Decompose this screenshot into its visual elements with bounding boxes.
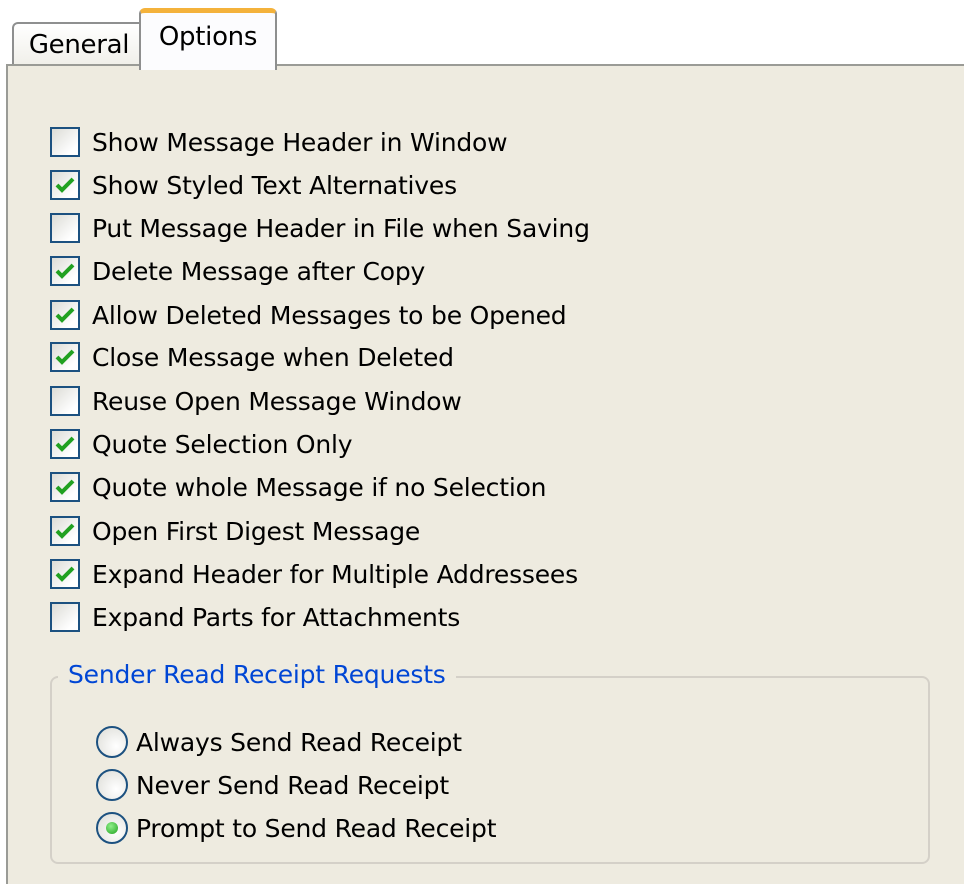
tab-general[interactable]: General xyxy=(12,22,146,66)
option-label: Quote Selection Only xyxy=(92,429,353,459)
options-dialog: General Options Show Message Header in W… xyxy=(0,0,964,884)
radio-button[interactable] xyxy=(96,812,128,844)
checkmark-icon xyxy=(55,263,75,279)
checkmark-icon xyxy=(55,523,75,539)
option-delete-after-copy[interactable]: Delete Message after Copy xyxy=(50,252,425,290)
checkbox[interactable] xyxy=(50,170,80,200)
checkbox[interactable] xyxy=(50,516,80,546)
tab-options[interactable]: Options xyxy=(139,8,277,70)
option-open-first-digest[interactable]: Open First Digest Message xyxy=(50,512,420,550)
option-label: Allow Deleted Messages to be Opened xyxy=(92,300,567,330)
checkbox[interactable] xyxy=(50,213,80,243)
checkmark-icon xyxy=(55,177,75,193)
option-label: Expand Parts for Attachments xyxy=(92,602,461,632)
checkbox[interactable] xyxy=(50,127,80,157)
option-label: Quote whole Message if no Selection xyxy=(92,472,547,502)
tab-options-label: Options xyxy=(158,21,258,52)
checkbox[interactable] xyxy=(50,300,80,330)
radio-never-send[interactable]: Never Send Read Receipt xyxy=(96,765,449,805)
radio-button[interactable] xyxy=(96,726,128,758)
option-quote-whole-message[interactable]: Quote whole Message if no Selection xyxy=(50,468,547,506)
option-label: Show Message Header in Window xyxy=(92,127,508,157)
option-show-message-header[interactable]: Show Message Header in Window xyxy=(50,123,508,161)
option-expand-header-multiple[interactable]: Expand Header for Multiple Addressees xyxy=(50,555,578,593)
option-show-styled-text[interactable]: Show Styled Text Alternatives xyxy=(50,166,457,204)
option-label: Put Message Header in File when Saving xyxy=(92,213,590,243)
option-put-header-in-file[interactable]: Put Message Header in File when Saving xyxy=(50,209,590,247)
option-quote-selection-only[interactable]: Quote Selection Only xyxy=(50,425,353,463)
checkbox[interactable] xyxy=(50,559,80,589)
checkbox[interactable] xyxy=(50,602,80,632)
checkmark-icon xyxy=(55,349,75,365)
read-receipt-group-title: Sender Read Receipt Requests xyxy=(58,660,456,689)
radio-label: Never Send Read Receipt xyxy=(136,770,449,800)
checkbox[interactable] xyxy=(50,256,80,286)
radio-button[interactable] xyxy=(96,769,128,801)
checkmark-icon xyxy=(55,436,75,452)
tab-general-label: General xyxy=(28,30,130,60)
checkbox[interactable] xyxy=(50,429,80,459)
checkmark-icon xyxy=(55,479,75,495)
checkbox[interactable] xyxy=(50,342,80,372)
radio-dot-icon xyxy=(106,822,118,834)
radio-label: Prompt to Send Read Receipt xyxy=(136,813,497,843)
option-label: Reuse Open Message Window xyxy=(92,386,462,416)
checkbox[interactable] xyxy=(50,472,80,502)
option-reuse-window[interactable]: Reuse Open Message Window xyxy=(50,382,462,420)
option-expand-parts-attachments[interactable]: Expand Parts for Attachments xyxy=(50,598,460,636)
radio-prompt-send[interactable]: Prompt to Send Read Receipt xyxy=(96,808,497,848)
option-label: Show Styled Text Alternatives xyxy=(92,170,457,200)
radio-label: Always Send Read Receipt xyxy=(136,727,462,757)
checkmark-icon xyxy=(55,566,75,582)
radio-always-send[interactable]: Always Send Read Receipt xyxy=(96,722,462,762)
checkbox[interactable] xyxy=(50,386,80,416)
option-label: Expand Header for Multiple Addressees xyxy=(92,559,578,589)
option-label: Delete Message after Copy xyxy=(92,256,426,286)
option-label: Close Message when Deleted xyxy=(92,342,454,372)
checkmark-icon xyxy=(55,307,75,323)
option-allow-deleted-opened[interactable]: Allow Deleted Messages to be Opened xyxy=(50,296,567,334)
option-label: Open First Digest Message xyxy=(92,516,421,546)
option-close-when-deleted[interactable]: Close Message when Deleted xyxy=(50,338,454,376)
